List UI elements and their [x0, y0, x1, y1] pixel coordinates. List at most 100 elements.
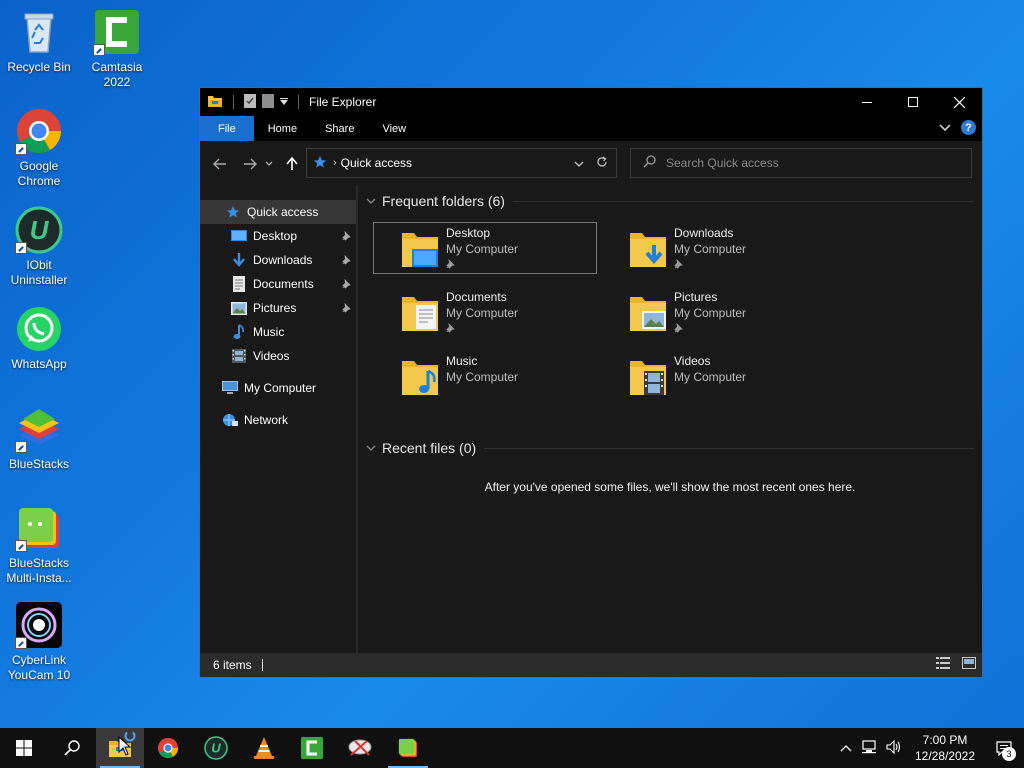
recent-files-header[interactable]: Recent files (0) — [366, 436, 974, 460]
address-dropdown-chevron-icon[interactable] — [574, 156, 584, 170]
maximize-button[interactable] — [890, 88, 936, 116]
collapse-chevron-icon[interactable] — [366, 198, 378, 204]
sidebar-item-label: Documents — [253, 277, 314, 291]
search-icon — [643, 155, 656, 171]
taskbar-camtasia[interactable] — [288, 728, 336, 768]
frequent-folders-header[interactable]: Frequent folders (6) — [366, 189, 974, 213]
shortcut-arrow-icon — [15, 637, 27, 649]
chrome-icon — [15, 107, 63, 155]
search-icon — [64, 740, 80, 756]
help-icon[interactable]: ? — [961, 120, 976, 135]
pin-icon[interactable] — [342, 278, 352, 292]
sidebar-item-pictures[interactable]: Pictures — [200, 296, 356, 320]
collapse-chevron-icon[interactable] — [366, 445, 378, 451]
refresh-icon[interactable] — [596, 155, 608, 171]
recent-files-empty-message: After you've opened some files, we'll sh… — [484, 480, 856, 494]
properties-icon[interactable] — [244, 93, 256, 111]
documents-folder-icon — [400, 291, 440, 333]
camtasia-icon — [301, 737, 323, 759]
videos-film-icon — [231, 348, 247, 364]
address-bar[interactable]: › Quick access — [306, 148, 617, 178]
folder-tile-documents[interactable]: Documents My Computer — [373, 286, 597, 338]
svg-text:U: U — [30, 215, 50, 245]
taskbar-chrome[interactable] — [144, 728, 192, 768]
search-box[interactable] — [630, 148, 972, 178]
taskbar-iobit[interactable]: U — [192, 728, 240, 768]
tab-home[interactable]: Home — [254, 116, 311, 141]
folder-tile-downloads[interactable]: Downloads My Computer — [601, 222, 825, 274]
pin-icon[interactable] — [342, 230, 352, 244]
desktop-icon-bluestacks-multi[interactable]: BlueStacks Multi-Insta... — [0, 504, 78, 586]
folder-tile-pictures[interactable]: Pictures My Computer — [601, 286, 825, 338]
tab-file[interactable]: File — [200, 116, 254, 141]
divider — [298, 95, 299, 109]
documents-icon — [231, 276, 247, 292]
details-view-icon[interactable] — [936, 657, 950, 672]
taskbar-vlc[interactable] — [240, 728, 288, 768]
navigation-bar: › Quick access — [200, 141, 982, 186]
folder-name: Videos — [674, 354, 711, 368]
sidebar-item-quick-access[interactable]: Quick access — [200, 200, 356, 224]
start-button[interactable] — [0, 728, 48, 768]
clock[interactable]: 7:00 PM 12/28/2022 — [906, 732, 984, 764]
search-button[interactable] — [48, 728, 96, 768]
network-status-icon[interactable] — [862, 739, 878, 757]
shortcut-arrow-icon — [15, 540, 27, 552]
sidebar-item-desktop[interactable]: Desktop — [200, 224, 356, 248]
tab-view[interactable]: View — [368, 116, 420, 141]
sidebar-item-music[interactable]: Music — [200, 320, 356, 344]
recent-locations-chevron-icon[interactable] — [262, 152, 276, 176]
folder-tile-music[interactable]: Music My Computer — [373, 350, 597, 402]
breadcrumb-separator-icon: › — [333, 157, 337, 169]
close-button[interactable] — [936, 88, 982, 116]
up-button[interactable] — [280, 152, 304, 176]
sidebar-item-my-computer[interactable]: My Computer — [200, 376, 356, 400]
back-button[interactable] — [208, 152, 232, 176]
desktop-icon-bluestacks[interactable]: BlueStacks — [0, 405, 78, 472]
search-input[interactable] — [666, 156, 956, 170]
show-hidden-icons-chevron-icon[interactable] — [840, 741, 852, 755]
customize-toolbar-chevron-icon[interactable] — [280, 95, 288, 109]
title-bar[interactable]: File Explorer — [200, 88, 982, 116]
desktop-icon-camtasia[interactable]: Camtasia 2022 — [78, 8, 156, 90]
pin-icon[interactable] — [342, 254, 352, 268]
forward-button[interactable] — [238, 152, 262, 176]
action-center-button[interactable]: 3 — [984, 728, 1024, 768]
whatsapp-icon — [15, 305, 63, 353]
sidebar-item-downloads[interactable]: Downloads — [200, 248, 356, 272]
folder-location: My Computer — [446, 306, 519, 320]
folder-name: Desktop — [446, 226, 491, 240]
network-icon — [222, 412, 238, 428]
clock-date: 12/28/2022 — [914, 749, 976, 763]
tab-share[interactable]: Share — [311, 116, 368, 141]
pin-icon — [674, 321, 746, 337]
large-icons-view-icon[interactable] — [962, 657, 976, 672]
sidebar-item-label: Pictures — [253, 301, 297, 315]
desktop-icon-whatsapp[interactable]: WhatsApp — [0, 305, 78, 372]
iobit-icon: U — [204, 736, 228, 760]
new-folder-icon[interactable] — [262, 93, 274, 111]
sidebar-item-network[interactable]: Network — [200, 408, 356, 432]
item-count: 6 items — [213, 658, 252, 672]
taskbar: U 7:00 PM 12/28/2022 3 — [0, 728, 1024, 768]
desktop-icon-youcam[interactable]: CyberLink YouCam 10 — [0, 601, 78, 683]
folder-tile-videos[interactable]: Videos My Computer — [601, 350, 825, 402]
taskbar-bluestacks-multi[interactable] — [384, 728, 432, 768]
chrome-icon — [157, 737, 179, 759]
breadcrumb: Quick access — [340, 156, 413, 170]
taskbar-snipping-tool[interactable] — [336, 728, 384, 768]
desktop-icon-iobit[interactable]: U IObit Uninstaller — [0, 206, 78, 288]
expand-ribbon-chevron-icon[interactable] — [939, 121, 951, 135]
desktop-icon-recycle-bin[interactable]: Recycle Bin — [0, 8, 78, 75]
minimize-button[interactable] — [844, 88, 890, 116]
folder-tile-desktop[interactable]: Desktop My Computer — [373, 222, 597, 274]
desktop-icon-chrome[interactable]: Google Chrome — [0, 107, 78, 189]
navigation-pane: Quick access Desktop Downloads Documents… — [200, 186, 358, 653]
folder-location: My Computer — [446, 370, 519, 384]
divider — [512, 200, 974, 202]
sidebar-item-videos[interactable]: Videos — [200, 344, 356, 368]
volume-icon[interactable] — [886, 739, 902, 757]
sidebar-item-documents[interactable]: Documents — [200, 272, 356, 296]
sidebar-item-label: Downloads — [253, 253, 313, 267]
pin-icon[interactable] — [342, 302, 352, 316]
